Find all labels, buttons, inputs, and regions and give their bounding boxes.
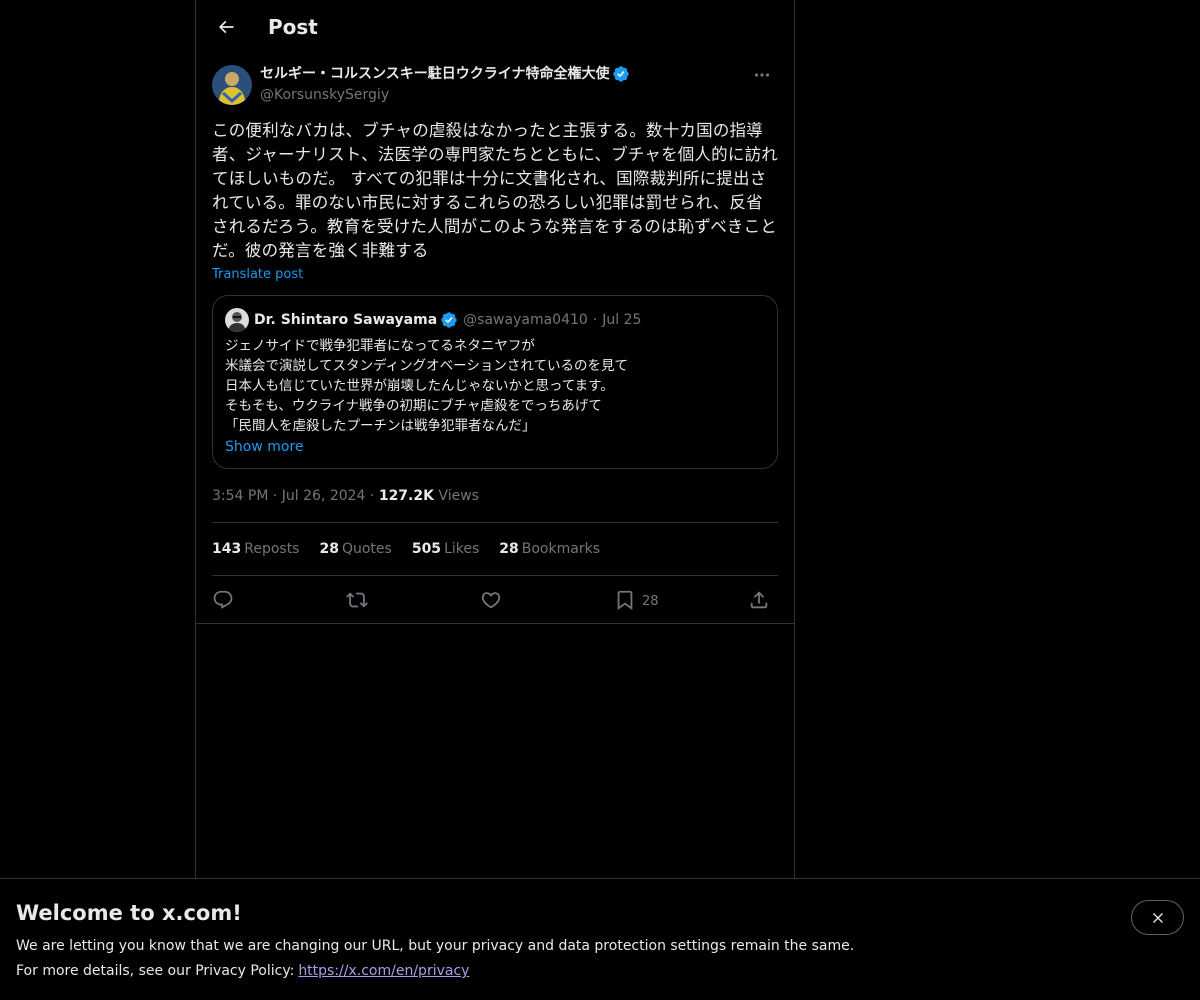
repost-button[interactable] [346, 584, 368, 616]
reply-icon [213, 590, 233, 609]
quotes-count: 28 [319, 541, 339, 557]
translate-post-link[interactable]: Translate post [212, 266, 303, 284]
repost-icon [346, 592, 368, 608]
reposts-stat[interactable]: 143 Reposts [212, 539, 299, 559]
show-more-link[interactable]: Show more [225, 437, 304, 457]
like-icon [481, 592, 501, 609]
quoted-avatar [225, 308, 249, 332]
reply-button[interactable] [212, 584, 234, 616]
divider [212, 522, 778, 523]
separator-dot: · [592, 312, 598, 328]
bookmark-count: 28 [642, 594, 659, 609]
bookmarks-stat[interactable]: 28 Bookmarks [499, 539, 600, 559]
quoted-post[interactable]: Dr. Shintaro Sawayama @sawayama0410 · Ju… [212, 295, 778, 469]
page-title: Post [268, 15, 318, 39]
quoted-author-handle: @sawayama0410 [463, 312, 588, 328]
separator-dot: · [272, 488, 278, 504]
author-name-row[interactable]: セルギー・コルスンスキー駐日ウクライナ特命全権大使 [260, 64, 630, 84]
bookmark-button[interactable]: 28 [614, 584, 659, 616]
post-author: セルギー・コルスンスキー駐日ウクライナ特命全権大使 @KorsunskySerg… [212, 64, 778, 106]
reposts-count: 143 [212, 541, 242, 557]
welcome-banner: Welcome to x.com! We are letting you kno… [0, 878, 1200, 1000]
likes-count: 505 [411, 541, 442, 557]
verified-badge-icon [613, 66, 630, 82]
likes-stat[interactable]: 505 Likes [412, 539, 479, 559]
quoted-author-name: Dr. Shintaro Sawayama [254, 312, 438, 328]
views-count: 127.2K [378, 488, 434, 504]
close-icon [1152, 912, 1163, 923]
views-label: Views [438, 488, 479, 504]
main-column: Post セルギー・コルスンスキー駐日ウクライナ特命全権大使 @Korsunsk… [195, 0, 795, 1000]
quotes-stat[interactable]: 28 Quotes [319, 539, 391, 559]
share-button[interactable] [748, 584, 770, 616]
privacy-policy-link[interactable]: https://x.com/en/privacy [298, 963, 469, 979]
post-meta: 3:54 PM · Jul 26, 2024 · 127.2K Views [212, 486, 479, 506]
quoted-post-text: ジェノサイドで戦争犯罪者になってるネタニヤフが 米議会で演説してスタンディングオ… [225, 338, 628, 434]
separator-dot: · [369, 488, 375, 504]
post-date[interactable]: Jul 26, 2024 [282, 488, 366, 504]
reposts-label: Reposts [244, 541, 300, 557]
banner-message: We are letting you know that we are chan… [16, 938, 855, 954]
quoted-post-header: Dr. Shintaro Sawayama @sawayama0410 · Ju… [225, 308, 641, 332]
author-handle[interactable]: @KorsunskySergiy [260, 85, 389, 105]
bookmarks-count: 28 [499, 541, 519, 557]
avatar[interactable] [212, 65, 252, 105]
post-time[interactable]: 3:54 PM [212, 488, 268, 504]
divider [212, 575, 778, 576]
banner-policy-line: For more details, see our Privacy Policy… [16, 961, 469, 981]
more-button[interactable] [746, 65, 778, 85]
author-name[interactable]: セルギー・コルスンスキー駐日ウクライナ特命全権大使 [260, 64, 609, 84]
banner-policy-prefix: For more details, see our Privacy Policy… [16, 963, 295, 979]
post-text: この便利なバカは、ブチャの虐殺はなかったと主張する。数十カ国の指導者、ジャーナリ… [212, 121, 778, 260]
divider [196, 623, 794, 624]
bookmarks-label: Bookmarks [521, 541, 600, 557]
more-icon [754, 73, 770, 77]
likes-label: Likes [444, 541, 480, 557]
share-icon [750, 591, 768, 609]
post-stats: 143 Reposts 28 Quotes 505 Likes 28 Bookmarks [212, 539, 620, 559]
back-button[interactable] [208, 9, 244, 45]
verified-badge-icon [441, 312, 457, 328]
like-button[interactable] [480, 584, 502, 616]
quotes-label: Quotes [341, 541, 392, 557]
quoted-post-date: Jul 25 [602, 312, 642, 328]
close-banner-button[interactable] [1131, 900, 1184, 935]
banner-title: Welcome to x.com! [16, 901, 242, 925]
bookmark-icon [617, 590, 633, 611]
action-bar: 28 [212, 584, 778, 616]
back-arrow-icon [218, 20, 234, 34]
page-header: Post [196, 0, 794, 54]
